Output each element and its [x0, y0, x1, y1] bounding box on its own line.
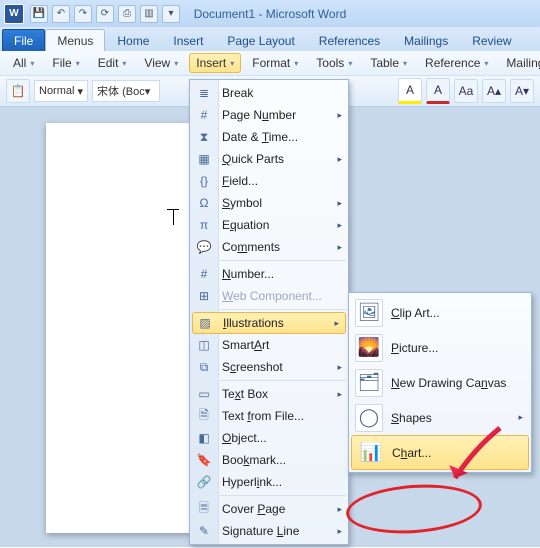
hyperlink-icon: 🔗: [195, 473, 213, 491]
menu-file[interactable]: File▾: [45, 53, 86, 73]
insert-text-from-file[interactable]: 🗎Text from File...: [190, 405, 348, 427]
change-case-icon[interactable]: Aa: [454, 79, 478, 103]
insert-cover-page[interactable]: 🗏Cover Page▸: [190, 498, 348, 520]
font-color-icon[interactable]: A: [426, 78, 450, 104]
title-bar: W 💾 ↶ ↷ ⟳ ⎙ ▥ ▾ Document1 - Microsoft Wo…: [0, 0, 540, 27]
tab-menus[interactable]: Menus: [45, 29, 105, 51]
text-cursor: [173, 209, 174, 225]
menu-format[interactable]: Format▾: [245, 53, 305, 73]
separator: [220, 380, 346, 381]
pagenum-icon: #: [195, 106, 213, 124]
symbol-icon: Ω: [195, 194, 213, 212]
number-icon: #: [195, 265, 213, 283]
tab-review[interactable]: Review: [460, 29, 523, 51]
insert-smartart[interactable]: ◫SmartArt: [190, 334, 348, 356]
qat-print-icon[interactable]: ⎙: [118, 5, 136, 23]
bookmark-icon: 🔖: [195, 451, 213, 469]
smartart-icon: ◫: [195, 336, 213, 354]
menu-edit[interactable]: Edit▾: [91, 53, 134, 73]
insert-hyperlink[interactable]: 🔗Hyperlink...: [190, 471, 348, 493]
classic-menubar: All▾ File▾ Edit▾ View▾ Insert▾ Format▾ T…: [0, 51, 540, 76]
equation-icon: π: [195, 216, 213, 234]
shapes-icon: ◯: [355, 404, 383, 432]
clipart-icon: 🖼: [355, 299, 383, 327]
insert-illustrations[interactable]: ▨Illustrations▸: [192, 312, 346, 334]
tab-mailings[interactable]: Mailings: [392, 29, 460, 51]
cover-icon: 🗏: [195, 500, 213, 518]
menu-reference[interactable]: Reference▾: [418, 53, 495, 73]
quick-access-toolbar: 💾 ↶ ↷ ⟳ ⎙ ▥ ▾: [30, 5, 180, 23]
menu-insert[interactable]: Insert▾: [189, 53, 241, 73]
tab-insert[interactable]: Insert: [161, 29, 215, 51]
canvas-icon: 🗂: [355, 369, 383, 397]
picture-icon: 🌄: [355, 334, 383, 362]
font-shrink-icon[interactable]: A▾: [510, 79, 534, 103]
separator: [220, 309, 346, 310]
style-selector[interactable]: Normal ▾: [34, 80, 88, 102]
font-grow-icon[interactable]: A▴: [482, 79, 506, 103]
menu-all[interactable]: All▾: [6, 53, 41, 73]
textbox-icon: ▭: [195, 385, 213, 403]
insert-comments[interactable]: 💬Comments▸: [190, 236, 348, 258]
menu-mailing[interactable]: Mailing▾: [499, 53, 540, 73]
qat-save-icon[interactable]: 💾: [30, 5, 48, 23]
ribbon-tabs: File Menus Home Insert Page Layout Refer…: [0, 27, 540, 51]
word-app-icon: W: [4, 4, 24, 24]
insert-break[interactable]: ≣Break: [190, 82, 348, 104]
insert-text-box[interactable]: ▭Text Box▸: [190, 383, 348, 405]
word-window: { "title": "Document1 - Microsoft Word",…: [0, 0, 540, 548]
tab-page-layout[interactable]: Page Layout: [215, 29, 306, 51]
chart-icon: 📊: [358, 440, 384, 466]
insert-number[interactable]: #Number...: [190, 263, 348, 285]
insert-screenshot[interactable]: ⧉Screenshot▸: [190, 356, 348, 378]
field-icon: {}: [195, 172, 213, 190]
comments-icon: 💬: [195, 238, 213, 256]
paste-icon[interactable]: 📋: [6, 79, 30, 103]
insert-datetime[interactable]: ⧗Date & Time...: [190, 126, 348, 148]
menu-table[interactable]: Table▾: [363, 53, 414, 73]
signature-icon: ✎: [195, 522, 213, 540]
illustrations-submenu: 🖼Clip Art... 🌄Picture... 🗂New Drawing Ca…: [348, 292, 532, 473]
insert-web-component: ⊞Web Component...: [190, 285, 348, 307]
tab-file[interactable]: File: [2, 29, 45, 51]
separator: [220, 260, 346, 261]
separator: [220, 495, 346, 496]
tab-home[interactable]: Home: [105, 29, 161, 51]
tab-references[interactable]: References: [307, 29, 392, 51]
screenshot-icon: ⧉: [195, 358, 213, 376]
insert-object[interactable]: ◧Object...: [190, 427, 348, 449]
webcomp-icon: ⊞: [195, 287, 213, 305]
menu-tools[interactable]: Tools▾: [309, 53, 359, 73]
insert-quick-parts[interactable]: ▦Quick Parts▸: [190, 148, 348, 170]
illus-picture[interactable]: 🌄Picture...: [349, 330, 531, 365]
illus-chart[interactable]: 📊Chart...: [351, 435, 529, 470]
insert-dropdown: ≣Break #Page Number▸ ⧗Date & Time... ▦Qu…: [189, 79, 349, 545]
insert-signature-line[interactable]: ✎Signature Line▸: [190, 520, 348, 542]
qat-book-icon[interactable]: ▥: [140, 5, 158, 23]
quickparts-icon: ▦: [195, 150, 213, 168]
illustrations-icon: ▨: [196, 314, 214, 332]
highlight-color-icon[interactable]: A: [398, 78, 422, 104]
illus-new-canvas[interactable]: 🗂New Drawing Canvas: [349, 365, 531, 400]
qat-redo-icon[interactable]: ↷: [74, 5, 92, 23]
insert-field[interactable]: {}Field...: [190, 170, 348, 192]
object-icon: ◧: [195, 429, 213, 447]
illus-shapes[interactable]: ◯Shapes▸: [349, 400, 531, 435]
insert-page-number[interactable]: #Page Number▸: [190, 104, 348, 126]
textfile-icon: 🗎: [195, 407, 213, 425]
illus-clip-art[interactable]: 🖼Clip Art...: [349, 295, 531, 330]
qat-more-icon[interactable]: ▾: [162, 5, 180, 23]
insert-symbol[interactable]: ΩSymbol▸: [190, 192, 348, 214]
menu-view[interactable]: View▾: [137, 53, 185, 73]
datetime-icon: ⧗: [195, 128, 213, 146]
insert-equation[interactable]: πEquation▸: [190, 214, 348, 236]
qat-repeat-icon[interactable]: ⟳: [96, 5, 114, 23]
break-icon: ≣: [195, 84, 213, 102]
insert-bookmark[interactable]: 🔖Bookmark...: [190, 449, 348, 471]
font-selector[interactable]: 宋体 (Boc▾: [92, 80, 160, 102]
qat-undo-icon[interactable]: ↶: [52, 5, 70, 23]
